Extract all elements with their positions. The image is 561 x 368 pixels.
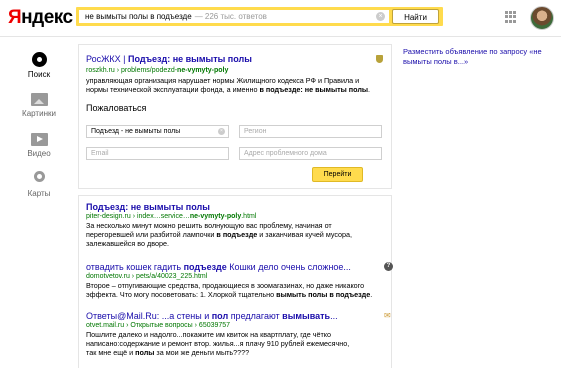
featured-result-title[interactable]: РосЖКХ | Подъезд: не вымыты полы xyxy=(86,54,252,64)
address-field[interactable]: Адрес проблемного дома xyxy=(239,147,382,160)
result-url[interactable]: piter-design.ru › index…service…ne-vymyt… xyxy=(86,213,386,220)
find-button[interactable]: Найти xyxy=(392,9,439,24)
email-field[interactable]: Email xyxy=(86,147,229,160)
result-snippet: Пошлите далеко и надолго...покажите им к… xyxy=(86,330,350,357)
search-input[interactable]: не вымыты полы в подъезде — 226 тыс. отве… xyxy=(79,10,389,23)
results-list: Подъезд: не вымыты полы piter-design.ru … xyxy=(78,195,393,368)
ad-placement-link[interactable]: Разместить объявление по запросу «не вым… xyxy=(403,47,553,67)
search-query: не вымыты полы в подъезде xyxy=(85,12,192,21)
nav-maps[interactable]: Карты xyxy=(19,171,59,198)
complain-heading: Пожаловаться xyxy=(86,103,147,113)
map-pin-icon xyxy=(33,171,45,186)
mail-icon: ✉ xyxy=(384,311,391,320)
header: Яндекс не вымыты полы в подъезде — 226 ты… xyxy=(0,0,561,37)
clear-icon[interactable]: × xyxy=(376,12,385,21)
list-item: Подъезд: не вымыты полы piter-design.ru … xyxy=(86,202,386,248)
region-field[interactable]: Регион xyxy=(239,125,382,138)
nav-video-label: Видео xyxy=(27,149,51,158)
featured-result-snippet: управляющая организация нарушает нормы Ж… xyxy=(86,76,371,94)
result-title[interactable]: Ответы@Mail.Ru: ...а стены и пол предлаг… xyxy=(86,311,386,321)
result-title[interactable]: отвадить кошек гадить подъезде Кошки дел… xyxy=(86,262,386,272)
nav-images[interactable]: Картинки xyxy=(19,93,59,118)
subject-field[interactable]: Подъезд - не вымыты полы × xyxy=(86,125,229,138)
list-item: Ответы@Mail.Ru: ...а стены и пол предлаг… xyxy=(86,311,391,357)
clear-icon[interactable]: × xyxy=(218,128,225,135)
result-url[interactable]: domotvetov.ru › pets/a/40023_225.html xyxy=(86,273,386,280)
image-icon xyxy=(30,93,48,106)
result-title[interactable]: Подъезд: не вымыты полы xyxy=(86,202,386,212)
video-icon xyxy=(30,133,48,146)
result-count: — 226 тыс. ответов xyxy=(194,12,267,21)
featured-result-card: РосЖКХ | Подъезд: не вымыты полы roszkh.… xyxy=(78,44,392,189)
yandex-logo[interactable]: Яндекс xyxy=(8,7,73,29)
avatar[interactable] xyxy=(530,6,554,30)
search-icon xyxy=(31,52,47,67)
nav-maps-label: Карты xyxy=(27,189,51,198)
result-snippet: За несколько минут можно решить волнующу… xyxy=(86,221,353,248)
search-box: не вымыты полы в подъезде — 226 тыс. отве… xyxy=(76,7,443,26)
nav-search[interactable]: Поиск xyxy=(19,52,59,79)
services-grid-icon[interactable] xyxy=(505,11,517,23)
result-url[interactable]: otvet.mail.ru › Открытые вопросы › 65039… xyxy=(86,322,386,329)
featured-result-url[interactable]: roszkh.ru › problems/podezd-ne-vymyty-po… xyxy=(86,67,228,74)
nav-images-label: Картинки xyxy=(22,109,56,118)
nav-video[interactable]: Видео xyxy=(19,133,59,158)
question-icon: ? xyxy=(384,262,393,271)
list-item: отвадить кошек гадить подъезде Кошки дел… xyxy=(86,262,393,299)
shield-icon xyxy=(376,55,383,63)
result-snippet: Второе – отпугивающие средства, продающи… xyxy=(86,281,373,299)
nav-search-label: Поиск xyxy=(27,70,51,79)
go-button[interactable]: Перейти xyxy=(312,167,363,182)
